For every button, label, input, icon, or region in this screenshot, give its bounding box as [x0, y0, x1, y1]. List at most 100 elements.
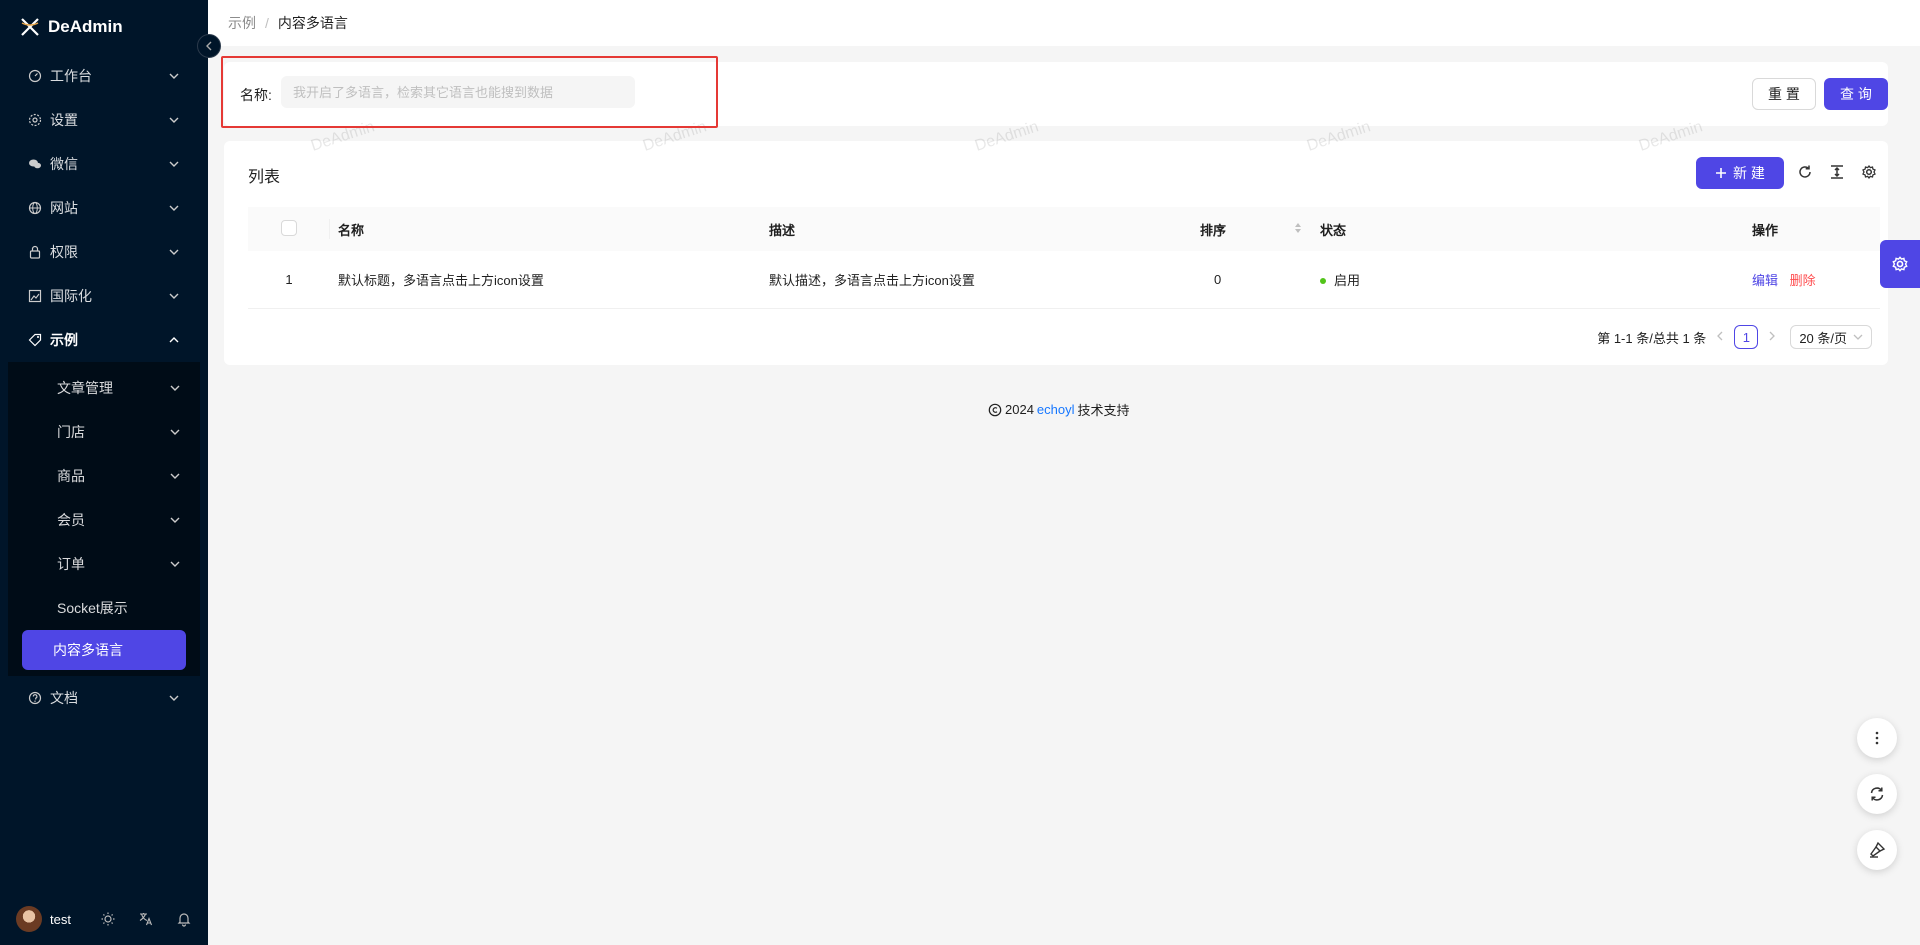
- select-all-cell: [248, 207, 330, 251]
- row-sort: 0: [1214, 271, 1222, 287]
- app-name: DeAdmin: [48, 17, 123, 36]
- logo-icon: [20, 17, 40, 37]
- dashboard-icon: [28, 69, 42, 83]
- name-search-input[interactable]: [281, 76, 635, 108]
- sidebar-item-label: 微信: [50, 156, 78, 172]
- sidebar-subitem-products[interactable]: 商品: [12, 454, 196, 498]
- copyright: 2024 echoyl 技术支持: [988, 400, 1130, 419]
- breadcrumb-current: 内容多语言: [277, 15, 348, 31]
- chevron-down-icon: [168, 202, 180, 214]
- row-status-cell: 启用: [1312, 251, 1744, 308]
- avatar[interactable]: [16, 906, 42, 932]
- breadcrumb-parent[interactable]: 示例: [228, 13, 256, 33]
- row-desc: 默认描述，多语言点击上方icon设置: [769, 272, 975, 288]
- more-vertical-icon: [1875, 731, 1879, 745]
- sync-icon: [1870, 787, 1884, 801]
- sidebar-subitem-content-i18n[interactable]: 内容多语言: [22, 630, 186, 670]
- sidebar-item-label: 设置: [50, 112, 78, 128]
- sidebar-item-examples[interactable]: 示例: [0, 318, 208, 362]
- row-status: 启用: [1334, 272, 1361, 288]
- sidebar-subitem-members[interactable]: 会员: [12, 498, 196, 542]
- sidebar-item-label: 网站: [50, 200, 78, 216]
- column-header-status: 状态: [1320, 222, 1347, 238]
- header: 示例 / 内容多语言: [208, 0, 1920, 46]
- plus-icon: [1716, 168, 1727, 178]
- chevron-down-icon: [170, 424, 180, 440]
- translate-icon[interactable]: [138, 911, 154, 927]
- sidebar-item-label: 示例: [50, 332, 78, 348]
- sidebar: DeAdmin 工作台 设置 微信 网站 权限 国际化 示例 文章管理 门店 商…: [0, 0, 208, 945]
- chevron-left-icon[interactable]: [1716, 330, 1724, 344]
- clear-cache-button[interactable]: [1857, 830, 1897, 870]
- chevron-down-icon: [170, 380, 180, 396]
- list-card: 列表 新 建 名称 描述 排序 状态 操作 1 默认标题，多语言点击上方icon…: [224, 141, 1888, 365]
- copyright-suffix: 技术支持: [1077, 403, 1130, 418]
- row-actions: 编辑 删除: [1744, 251, 1880, 308]
- chevron-down-icon: [1853, 334, 1863, 340]
- new-button[interactable]: 新 建: [1696, 157, 1784, 189]
- gear-icon[interactable]: [1860, 163, 1878, 181]
- chevron-down-icon: [168, 70, 180, 82]
- wechat-icon: [28, 157, 42, 171]
- new-button-label: 新 建: [1733, 165, 1765, 181]
- pagination: 第 1-1 条/总共 1 条 1 20 条/页: [1597, 325, 1872, 349]
- more-button[interactable]: [1857, 718, 1897, 758]
- theme-settings-button[interactable]: [1880, 240, 1920, 288]
- sidebar-subitem-label: 订单: [57, 556, 85, 572]
- sidebar-item-docs[interactable]: 文档: [0, 676, 208, 720]
- copyright-link[interactable]: echoyl: [1037, 402, 1075, 417]
- sidebar-item-permissions[interactable]: 权限: [0, 230, 208, 274]
- chevron-down-icon: [170, 556, 180, 572]
- sidebar-subitem-socket[interactable]: Socket展示: [12, 586, 196, 630]
- delete-link[interactable]: 删除: [1790, 273, 1816, 288]
- sidebar-item-label: 国际化: [50, 288, 92, 304]
- table-row: 1 默认标题，多语言点击上方icon设置 默认描述，多语言点击上方icon设置 …: [248, 251, 1880, 308]
- chevron-right-icon[interactable]: [1768, 330, 1776, 344]
- bell-icon[interactable]: [176, 911, 192, 927]
- lock-icon: [28, 245, 42, 259]
- globe-icon: [28, 201, 42, 215]
- chevron-down-icon: [168, 246, 180, 258]
- chevron-down-icon: [168, 114, 180, 126]
- sidebar-subitem-label: 内容多语言: [53, 642, 123, 658]
- name-field-label: 名称:: [240, 87, 272, 103]
- chevron-left-icon: [206, 41, 212, 51]
- reload-icon[interactable]: [1796, 163, 1814, 181]
- edit-link[interactable]: 编辑: [1752, 273, 1778, 288]
- sidebar-subitem-label: 文章管理: [57, 380, 113, 396]
- chevron-down-icon: [170, 512, 180, 528]
- sidebar-item-dashboard[interactable]: 工作台: [0, 54, 208, 98]
- reset-button[interactable]: 重 置: [1752, 78, 1816, 110]
- sidebar-item-website[interactable]: 网站: [0, 186, 208, 230]
- sidebar-collapse-button[interactable]: [197, 34, 221, 58]
- logo[interactable]: DeAdmin: [0, 0, 208, 54]
- sort-caret-icon[interactable]: [1294, 222, 1302, 234]
- image-translate-icon: [28, 289, 42, 303]
- tag-icon: [28, 333, 42, 347]
- sidebar-subitem-articles[interactable]: 文章管理: [12, 366, 196, 410]
- sidebar-subitem-label: Socket展示: [57, 600, 128, 616]
- chevron-down-icon: [168, 692, 180, 704]
- refresh-button[interactable]: [1857, 774, 1897, 814]
- gear-icon: [1892, 256, 1908, 272]
- status-dot-icon: [1320, 278, 1326, 285]
- sidebar-item-label: 工作台: [50, 68, 92, 84]
- sidebar-item-settings[interactable]: 设置: [0, 98, 208, 142]
- sidebar-item-label: 文档: [50, 690, 78, 706]
- sidebar-item-i18n[interactable]: 国际化: [0, 274, 208, 318]
- sidebar-menu: 工作台 设置 微信 网站 权限 国际化 示例: [0, 54, 208, 362]
- sidebar-subitem-orders[interactable]: 订单: [12, 542, 196, 586]
- sidebar-item-label: 权限: [50, 244, 78, 260]
- sun-icon[interactable]: [100, 911, 116, 927]
- sidebar-subitem-label: 门店: [57, 424, 85, 440]
- column-height-icon[interactable]: [1828, 163, 1846, 181]
- sidebar-footer: test: [0, 893, 208, 945]
- page-size-select[interactable]: 20 条/页: [1790, 325, 1872, 349]
- select-all-checkbox[interactable]: [281, 219, 297, 236]
- sidebar-subitem-stores[interactable]: 门店: [12, 410, 196, 454]
- query-button[interactable]: 查 询: [1824, 78, 1888, 110]
- column-header-sort[interactable]: 排序: [1192, 207, 1312, 251]
- pagination-page-1[interactable]: 1: [1734, 325, 1759, 349]
- sidebar-item-wechat[interactable]: 微信: [0, 142, 208, 186]
- username[interactable]: test: [50, 912, 78, 927]
